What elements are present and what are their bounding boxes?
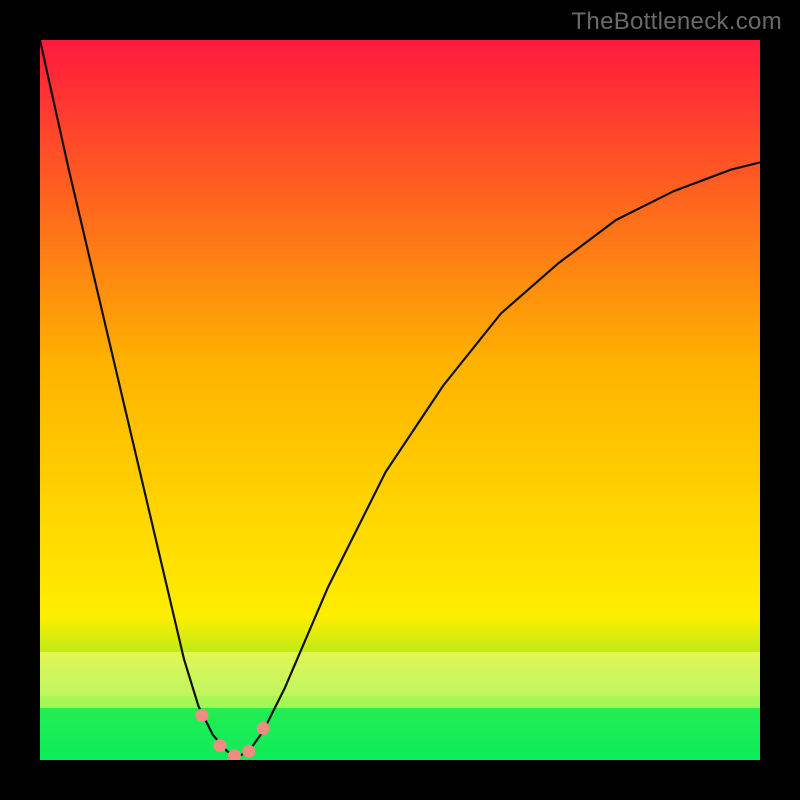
highlight-band-saturated-green (40, 708, 760, 760)
highlight-band-light-green (40, 696, 760, 708)
chart-marker (242, 745, 255, 758)
chart-marker (196, 709, 209, 722)
chart-marker (257, 722, 270, 735)
watermark-label: TheBottleneck.com (571, 8, 782, 36)
chart-overlay (40, 40, 760, 760)
chart-curve (40, 40, 760, 756)
highlight-band-yellow (40, 652, 760, 696)
chart-plot (40, 40, 760, 760)
chart-highlight-band (40, 652, 760, 760)
chart-marker (214, 739, 227, 752)
